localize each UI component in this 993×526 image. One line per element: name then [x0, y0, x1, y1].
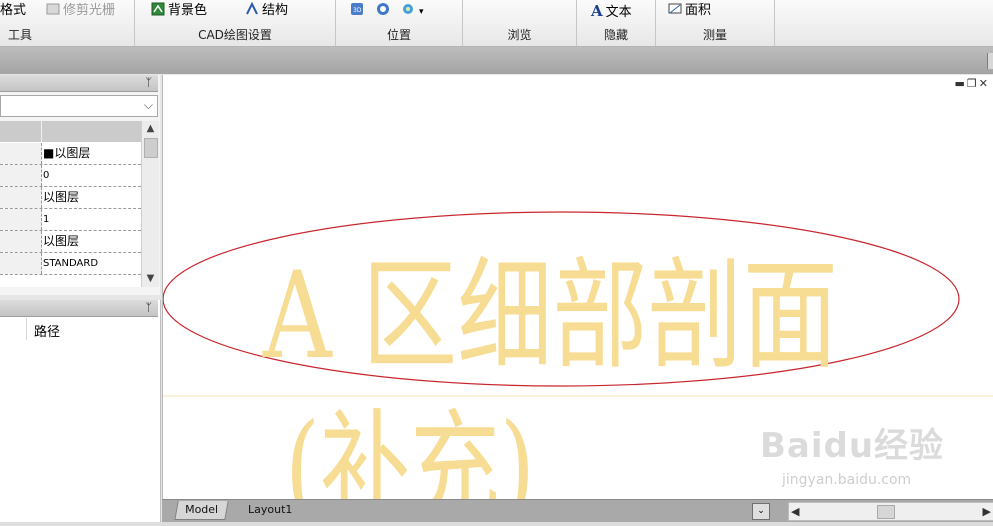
ribbon-group-cad-settings: 背景色 结构 CAD绘图设置: [135, 0, 336, 46]
drawing-title-text: A 区细部剖面: [262, 247, 838, 386]
ribbon-group-browse: 浏览: [463, 0, 577, 46]
horizontal-scrollbar[interactable]: ◀ ▶: [788, 502, 993, 521]
view-dropdown-button[interactable]: ▾: [402, 2, 424, 20]
ribbon-group-caption: 位置: [386, 28, 411, 42]
layout-tab-bar: Model Layout1 ⌄ ◀ ▶: [162, 499, 993, 523]
tab-model[interactable]: Model: [174, 501, 229, 520]
ribbon-group-tools: 格式 修剪光栅 工具: [0, 0, 135, 46]
ribbon-group-caption: CAD绘图设置: [198, 28, 272, 42]
tab-list-dropdown-icon[interactable]: ⌄: [752, 503, 770, 520]
3d-orbit-button[interactable]: 3D: [350, 2, 367, 20]
properties-panel-titlebar: ᛉ: [0, 75, 158, 92]
scroll-thumb[interactable]: [144, 138, 158, 158]
path-column-label: 路径: [34, 325, 61, 340]
left-panel-footer: [0, 522, 162, 526]
drawing-subtitle-text: (补充): [285, 399, 535, 499]
ribbon-group-caption: 工具: [8, 28, 33, 42]
property-value: ■以图层: [43, 146, 91, 160]
document-tab-strip: [0, 47, 993, 74]
area-button[interactable]: 面积: [668, 2, 711, 20]
property-row[interactable]: 以图层: [0, 187, 141, 209]
property-value: 0: [43, 170, 50, 181]
property-row[interactable]: 1: [0, 209, 141, 231]
property-grid: ■以图层 0 以图层 1 以图层 STANDARD: [0, 121, 141, 287]
ribbon-group-position: 3D ▾ 位置: [336, 0, 463, 46]
ribbon: 格式 修剪光栅 工具 背景色 结构 CAD绘图设置 3D ▾ 位置 浏览 A 文本…: [0, 0, 993, 47]
zoom-button[interactable]: [376, 2, 393, 20]
tab-layout1[interactable]: Layout1: [240, 501, 300, 519]
property-value: STANDARD: [43, 258, 99, 269]
path-panel-header: 路径: [0, 318, 160, 340]
property-value: 1: [43, 214, 50, 225]
property-value: 以图层: [43, 190, 80, 204]
ribbon-group-hide: A 文本 隐藏: [577, 0, 656, 46]
scroll-up-icon[interactable]: ▲: [142, 121, 159, 137]
property-row[interactable]: 0: [0, 165, 141, 187]
scroll-down-icon[interactable]: ▼: [142, 271, 159, 287]
properties-panel: ᛉ ⌵ ■以图层 0 以图层 1 以图层 STANDARD ▲ ▼: [0, 75, 160, 295]
area-measure-icon: [668, 3, 682, 14]
pin-icon[interactable]: ᛉ: [145, 301, 152, 315]
object-type-combo[interactable]: ⌵: [0, 95, 158, 117]
ribbon-group-measure: 面积 测量: [656, 0, 775, 46]
drawing-canvas[interactable]: ▬❐✕ A 区细部剖面 (补充): [162, 75, 993, 499]
trim-raster-button[interactable]: 修剪光栅: [46, 2, 115, 20]
format-button[interactable]: 格式: [0, 2, 26, 20]
scroll-thumb[interactable]: [877, 505, 895, 519]
structure-button[interactable]: 结构: [245, 2, 288, 20]
scroll-left-icon[interactable]: ◀: [791, 503, 799, 520]
path-panel-titlebar: ᛉ: [0, 300, 158, 317]
svg-text:3D: 3D: [353, 7, 362, 14]
path-panel: ᛉ 路径: [0, 300, 161, 522]
ribbon-group-caption: 浏览: [507, 28, 532, 42]
structure-icon: [246, 2, 258, 15]
view-dropdown-icon: [403, 4, 413, 14]
ribbon-group-caption: 隐藏: [603, 28, 628, 42]
property-value: 以图层: [43, 234, 80, 248]
text-button[interactable]: A 文本: [591, 2, 632, 20]
ribbon-group-caption: 测量: [702, 28, 727, 42]
property-row[interactable]: ■以图层: [0, 143, 141, 165]
cad-drawing: A 区细部剖面 (补充): [163, 211, 993, 499]
property-row[interactable]: STANDARD: [0, 253, 141, 275]
trim-raster-icon: [46, 3, 60, 15]
chevron-down-icon: ⌵: [143, 98, 153, 112]
background-color-icon: [151, 2, 165, 16]
3d-orbit-icon: 3D: [351, 3, 363, 15]
tab-strip-edge: [987, 53, 993, 69]
pin-icon[interactable]: ᛉ: [145, 76, 152, 90]
text-a-icon: A: [591, 2, 603, 20]
property-grid-scrollbar[interactable]: ▲ ▼: [141, 121, 159, 287]
scroll-right-icon[interactable]: ▶: [983, 503, 991, 520]
property-grid-header: [0, 121, 141, 142]
background-color-button[interactable]: 背景色: [151, 2, 207, 20]
zoom-icon: [377, 3, 389, 15]
status-strip: [162, 522, 993, 526]
property-row[interactable]: 以图层: [0, 231, 141, 253]
